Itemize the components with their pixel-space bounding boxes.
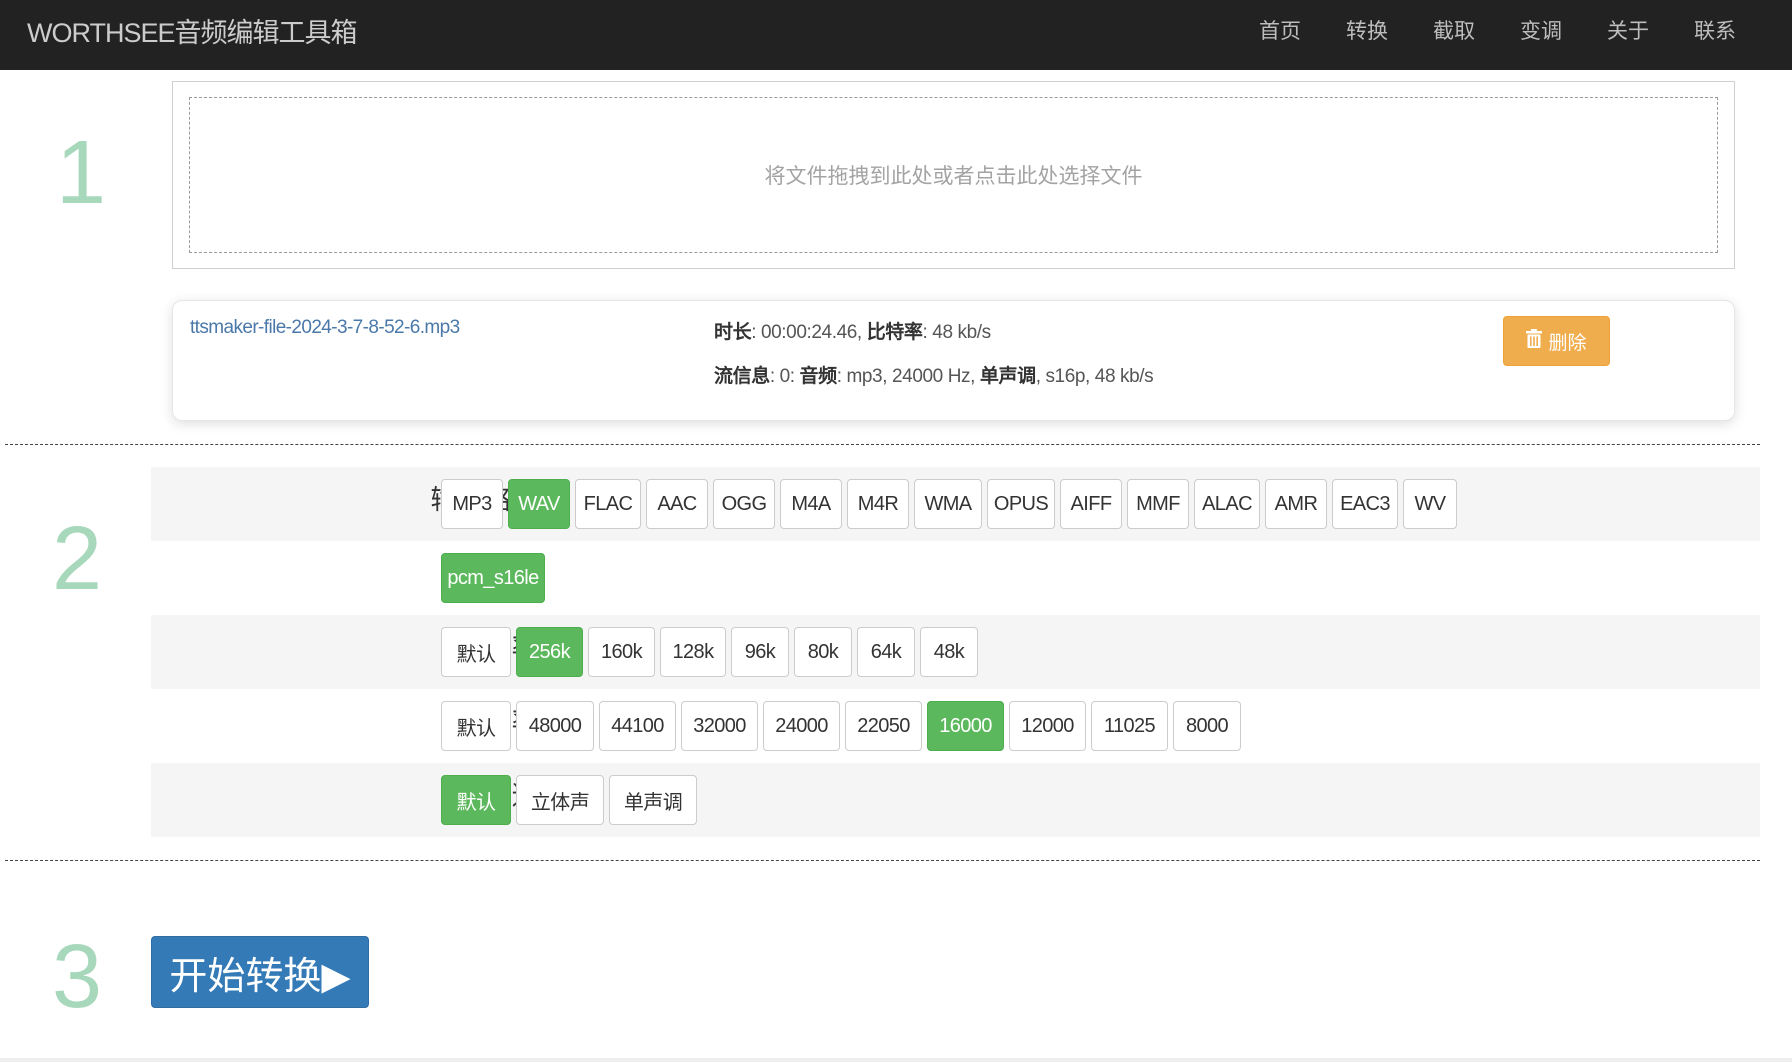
channel-option-默认[interactable]: 默认 (441, 775, 511, 825)
format-option-eac3[interactable]: EAC3 (1332, 479, 1398, 529)
bitrate-label: 比特率 (866, 322, 923, 343)
samplerate-option-16000[interactable]: 16000 (927, 701, 1004, 751)
option-row-format: 输出格式: MP3WAVFLACAACOGGM4AM4RWMAOPUSAIFFM… (151, 467, 1760, 541)
stream-value-3: , s16p, 48 kb/s (1035, 366, 1154, 387)
nav-pitch[interactable]: 变调 (1520, 0, 1562, 70)
section-divider-1 (5, 444, 1760, 445)
format-option-wma[interactable]: WMA (914, 479, 982, 529)
stream-label: 流信息 (714, 366, 770, 387)
samplerate-option-24000[interactable]: 24000 (763, 701, 840, 751)
option-row-channel: 声道: 默认立体声单声调 (151, 763, 1760, 837)
bitrate-option-默认[interactable]: 默认 (441, 627, 511, 677)
codec-option-pcm_s16le[interactable]: pcm_s16le (441, 553, 545, 603)
option-row-codec: 编码: pcm_s16le (151, 541, 1760, 615)
format-option-ogg[interactable]: OGG (713, 479, 775, 529)
mono-label: 单声调 (979, 366, 1036, 387)
codec-button-group: pcm_s16le (441, 553, 550, 603)
samplerate-option-默认[interactable]: 默认 (441, 701, 511, 751)
channel-option-单声调[interactable]: 单声调 (609, 775, 697, 825)
stream-value-2: : mp3, 24000 Hz, (836, 366, 980, 387)
file-stream-info: 流信息: 0: 音频: mp3, 24000 Hz, 单声调, s16p, 48… (714, 361, 1154, 388)
format-option-aac[interactable]: AAC (646, 479, 708, 529)
delete-button[interactable]: 删除 (1503, 316, 1610, 366)
format-option-wav[interactable]: WAV (508, 479, 570, 529)
section-divider-2 (5, 860, 1760, 861)
delete-label: 删除 (1548, 332, 1587, 354)
bitrate-option-256k[interactable]: 256k (516, 627, 583, 677)
format-option-mp3[interactable]: MP3 (441, 479, 503, 529)
samplerate-option-48000[interactable]: 48000 (516, 701, 594, 751)
nav-home[interactable]: 首页 (1259, 0, 1301, 70)
file-dropzone[interactable]: 将文件拖拽到此处或者点击此处选择文件 (172, 81, 1735, 269)
option-row-bitrate: 比特率: 默认256k160k128k96k80k64k48k (151, 615, 1760, 689)
format-button-group: MP3 WAV FLAC AAC OGG M4A M4R WMA OPUS AIFF MMF ALAC… (441, 479, 1462, 529)
file-info-card: ttsmaker-file-2024-3-7-8-52-6.mp3 时长: 00… (172, 300, 1735, 421)
format-option-mmf[interactable]: MMF (1127, 479, 1189, 529)
channel-option-立体声[interactable]: 立体声 (516, 775, 604, 825)
bitrate-option-160k[interactable]: 160k (588, 627, 655, 677)
nav-trim[interactable]: 截取 (1433, 0, 1475, 70)
samplerate-option-44100[interactable]: 44100 (599, 701, 676, 751)
file-name-link[interactable]: ttsmaker-file-2024-3-7-8-52-6.mp3 (190, 317, 460, 339)
nav-contact[interactable]: 联系 (1694, 0, 1736, 70)
step-number-3: 3 (52, 927, 103, 1027)
format-option-wv[interactable]: WV (1403, 479, 1457, 529)
format-option-amr[interactable]: AMR (1265, 479, 1327, 529)
step-number-2: 2 (52, 509, 103, 609)
format-option-m4a[interactable]: M4A (780, 479, 842, 529)
duration-label: 时长 (714, 322, 752, 343)
format-option-flac[interactable]: FLAC (575, 479, 641, 529)
audio-label: 音频 (799, 366, 838, 387)
bitrate-option-48k[interactable]: 48k (920, 627, 978, 677)
top-navbar: WORTHSEE音频编辑工具箱 首页 转换 截取 变调 关于 联系 (0, 0, 1792, 70)
file-duration-info: 时长: 00:00:24.46, 比特率: 48 kb/s (714, 317, 991, 344)
format-option-opus[interactable]: OPUS (987, 479, 1055, 529)
format-option-aiff[interactable]: AIFF (1060, 479, 1122, 529)
option-row-samplerate: 采样率: 默认480004410032000240002205016000120… (151, 689, 1760, 763)
duration-value: : 00:00:24.46, (751, 322, 867, 343)
brand-logo[interactable]: WORTHSEE音频编辑工具箱 (27, 0, 358, 70)
samplerate-option-22050[interactable]: 22050 (845, 701, 922, 751)
bitrate-option-96k[interactable]: 96k (731, 627, 789, 677)
trash-icon (1526, 328, 1543, 354)
samplerate-option-12000[interactable]: 12000 (1009, 701, 1086, 751)
samplerate-button-group: 默认 48000 44100 32000 24000 22050 16000 12000 110… (441, 701, 1246, 751)
start-convert-button[interactable]: 开始转换▶ (151, 936, 369, 1008)
page-bottom-border (0, 1058, 1792, 1062)
format-option-m4r[interactable]: M4R (847, 479, 909, 529)
bitrate-option-80k[interactable]: 80k (794, 627, 852, 677)
samplerate-option-8000[interactable]: 8000 (1173, 701, 1241, 751)
bitrate-button-group: 默认 256k 160k 128k 96k 80k 64k 48k (441, 627, 983, 677)
bitrate-option-128k[interactable]: 128k (660, 627, 726, 677)
bitrate-option-64k[interactable]: 64k (857, 627, 915, 677)
stream-value-1: : 0: (769, 366, 800, 387)
samplerate-option-11025[interactable]: 11025 (1091, 701, 1168, 751)
step-number-1: 1 (56, 123, 107, 223)
dropzone-prompt[interactable]: 将文件拖拽到此处或者点击此处选择文件 (189, 97, 1718, 253)
nav-about[interactable]: 关于 (1607, 0, 1649, 70)
nav-convert[interactable]: 转换 (1346, 0, 1388, 70)
bitrate-value: : 48 kb/s (922, 322, 992, 343)
channel-button-group: 默认 立体声 单声调 (441, 775, 702, 825)
samplerate-option-32000[interactable]: 32000 (681, 701, 758, 751)
format-option-alac[interactable]: ALAC (1194, 479, 1260, 529)
